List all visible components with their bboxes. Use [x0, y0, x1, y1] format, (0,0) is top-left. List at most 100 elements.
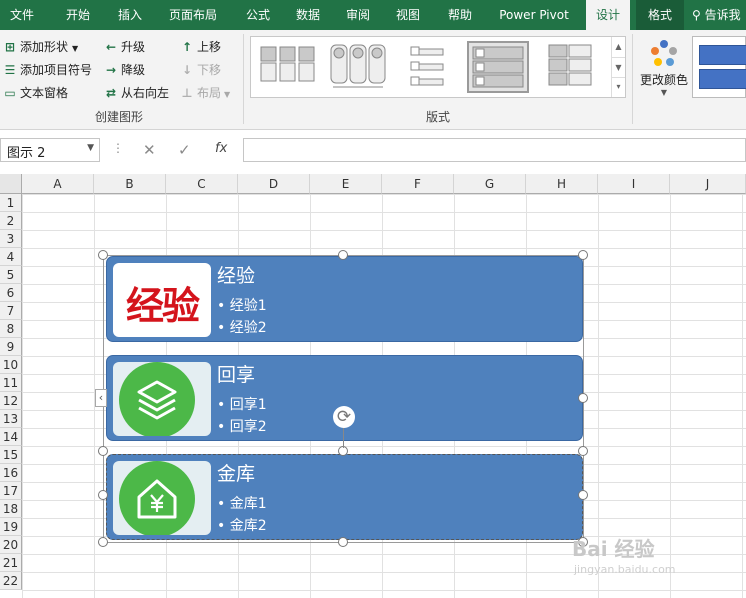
resize-handle[interactable]: [338, 537, 348, 547]
row-header[interactable]: 1: [0, 194, 22, 212]
smartart-block-selected[interactable]: 金库 • 金库1 • 金库2: [106, 454, 583, 540]
scroll-down-icon[interactable]: ▼: [612, 57, 625, 77]
rotate-handle-icon[interactable]: ⟳: [333, 406, 355, 428]
cancel-formula-button[interactable]: ✕: [143, 141, 156, 159]
gallery-scroller[interactable]: ▲ ▼ ▾: [611, 37, 625, 97]
row-header[interactable]: 3: [0, 230, 22, 248]
shape-resize-handle[interactable]: [578, 446, 588, 456]
row-header[interactable]: 6: [0, 284, 22, 302]
row-header[interactable]: 15: [0, 446, 22, 464]
tab-home[interactable]: 开始: [56, 0, 100, 30]
picture-placeholder[interactable]: [113, 362, 211, 436]
resize-handle[interactable]: [578, 393, 588, 403]
gallery-expand-icon[interactable]: ▾: [612, 77, 625, 95]
picture-placeholder[interactable]: 经验: [113, 263, 211, 337]
tab-insert[interactable]: 插入: [108, 0, 152, 30]
resize-handle[interactable]: [338, 250, 348, 260]
row-header[interactable]: 18: [0, 500, 22, 518]
tab-data[interactable]: 数据: [286, 0, 330, 30]
block-bullet[interactable]: • 回享2: [217, 416, 267, 436]
tab-format[interactable]: 格式: [636, 0, 684, 30]
tab-review[interactable]: 审阅: [336, 0, 380, 30]
row-header[interactable]: 16: [0, 464, 22, 482]
layout-thumb-3[interactable]: [397, 41, 459, 93]
demote-button[interactable]: → 降级: [104, 61, 145, 78]
layout-thumb-1[interactable]: [257, 41, 319, 93]
smartart-graphic[interactable]: 经验 经验 • 经验1 • 经验2 回享 • 回享1 • 回享2 金库 • 金库…: [103, 255, 584, 543]
tab-page-layout[interactable]: 页面布局: [160, 0, 226, 30]
block-bullet[interactable]: • 金库2: [217, 515, 267, 535]
smartart-styles-gallery[interactable]: [692, 36, 746, 98]
chevron-down-icon[interactable]: ▼: [87, 143, 94, 153]
picture-placeholder[interactable]: [113, 461, 211, 535]
tab-formulas[interactable]: 公式: [236, 0, 280, 30]
move-up-button[interactable]: ↑ 上移: [180, 38, 221, 55]
layout-button[interactable]: ⊥ 布局 ▼: [180, 84, 231, 101]
tab-design[interactable]: 设计: [586, 0, 630, 30]
scroll-up-icon[interactable]: ▲: [612, 37, 625, 57]
column-header-j[interactable]: J: [670, 174, 746, 194]
layout-thumb-4-selected[interactable]: [467, 41, 529, 93]
tab-power-pivot[interactable]: Power Pivot: [492, 0, 576, 30]
row-header[interactable]: 22: [0, 572, 22, 590]
row-header[interactable]: 14: [0, 428, 22, 446]
add-bullet-button[interactable]: ☰ 添加项目符号: [3, 61, 92, 78]
row-header[interactable]: 19: [0, 518, 22, 536]
smartart-block[interactable]: 经验 经验 • 经验1 • 经验2: [106, 256, 583, 342]
row-header[interactable]: 5: [0, 266, 22, 284]
move-down-button[interactable]: ↓ 下移: [180, 61, 221, 78]
tab-file[interactable]: 文件: [0, 0, 44, 30]
shape-resize-handle[interactable]: [578, 490, 588, 500]
column-header-h[interactable]: H: [526, 174, 598, 194]
right-to-left-button[interactable]: ⇄ 从右向左: [104, 84, 169, 101]
row-header[interactable]: 13: [0, 410, 22, 428]
resize-handle[interactable]: [578, 250, 588, 260]
row-header[interactable]: 11: [0, 374, 22, 392]
select-all-corner[interactable]: [0, 174, 22, 194]
tell-me-search[interactable]: ⚲ 告诉我: [692, 0, 746, 30]
add-shape-button[interactable]: ⊞ 添加形状 ▼: [3, 38, 78, 55]
row-header[interactable]: 12: [0, 392, 22, 410]
column-header-a[interactable]: A: [22, 174, 94, 194]
layout-thumb-5[interactable]: [541, 41, 603, 93]
smartart-block[interactable]: 回享 • 回享1 • 回享2: [106, 355, 583, 441]
block-title[interactable]: 回享: [217, 360, 255, 387]
block-bullet[interactable]: • 经验2: [217, 317, 267, 337]
block-bullet[interactable]: • 经验1: [217, 295, 267, 315]
promote-button[interactable]: ← 升级: [104, 38, 145, 55]
row-header[interactable]: 17: [0, 482, 22, 500]
row-header[interactable]: 7: [0, 302, 22, 320]
block-bullet[interactable]: • 回享1: [217, 394, 267, 414]
resize-handle[interactable]: [98, 537, 108, 547]
row-header[interactable]: 9: [0, 338, 22, 356]
column-header-e[interactable]: E: [310, 174, 382, 194]
change-colors-button[interactable]: 更改颜色 ▼: [638, 38, 690, 97]
layout-thumb-2[interactable]: [327, 41, 389, 93]
tab-view[interactable]: 视图: [386, 0, 430, 30]
tab-help[interactable]: 帮助: [438, 0, 482, 30]
column-header-f[interactable]: F: [382, 174, 454, 194]
insert-function-button[interactable]: fx: [215, 141, 227, 156]
enter-formula-button[interactable]: ✓: [178, 141, 191, 159]
row-header[interactable]: 2: [0, 212, 22, 230]
shape-resize-handle[interactable]: [98, 490, 108, 500]
row-header[interactable]: 10: [0, 356, 22, 374]
column-header-c[interactable]: C: [166, 174, 238, 194]
column-header-g[interactable]: G: [454, 174, 526, 194]
row-header[interactable]: 20: [0, 536, 22, 554]
block-title[interactable]: 经验: [217, 261, 255, 288]
column-header-b[interactable]: B: [94, 174, 166, 194]
text-pane-button[interactable]: ▭ 文本窗格: [3, 84, 68, 101]
shape-resize-handle[interactable]: [98, 446, 108, 456]
text-pane-toggle-icon[interactable]: ‹: [95, 389, 107, 407]
row-header[interactable]: 8: [0, 320, 22, 338]
column-header-d[interactable]: D: [238, 174, 310, 194]
resize-handle[interactable]: [98, 250, 108, 260]
formula-input[interactable]: [243, 138, 746, 162]
column-header-i[interactable]: I: [598, 174, 670, 194]
row-header[interactable]: 4: [0, 248, 22, 266]
row-header[interactable]: 21: [0, 554, 22, 572]
name-box[interactable]: 图示 2 ▼: [0, 138, 100, 162]
block-bullet[interactable]: • 金库1: [217, 493, 267, 513]
block-title[interactable]: 金库: [217, 459, 255, 486]
